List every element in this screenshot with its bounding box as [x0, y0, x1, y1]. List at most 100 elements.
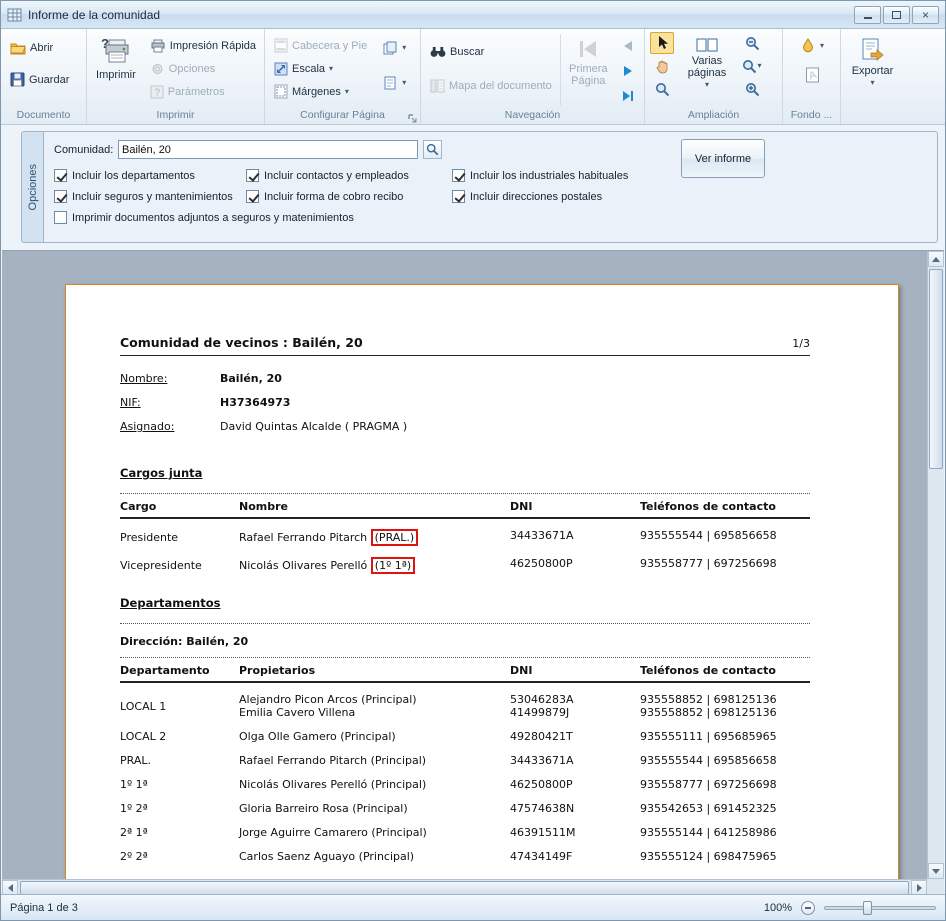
dialog-launcher-icon[interactable] [408, 114, 417, 123]
checkbox-icon[interactable] [54, 169, 67, 182]
field-label: Asignado: [120, 420, 220, 444]
dni-cell: 46391511M [510, 826, 640, 839]
scroll-down-button[interactable] [928, 863, 944, 879]
abrir-button[interactable]: Abrir [6, 37, 82, 58]
paper-size-dropdown-button[interactable]: ▾ [379, 72, 410, 93]
buscar-button[interactable]: Buscar [426, 41, 556, 62]
open-folder-icon [10, 41, 26, 55]
maximize-button[interactable] [883, 6, 910, 24]
ultima-pagina-button[interactable] [616, 85, 640, 107]
chevron-down-icon: ▾ [757, 62, 761, 70]
option-checkbox-item[interactable]: Incluir los departamentos [54, 169, 246, 182]
departamento-cell: 2ª 1ª [120, 826, 239, 839]
group-imprimir: ? Imprimir Impresión Rápida Opciones ? [87, 29, 265, 124]
group-configurar-pagina: Cabecera y Pie Escala ▾ Márgenes ▾ [265, 29, 421, 124]
section-departamentos-title: Departamentos [120, 596, 810, 610]
vertical-scrollbar[interactable] [927, 251, 944, 879]
primera-pagina-button[interactable]: Primera Página [565, 32, 612, 108]
cabecera-pie-button[interactable]: Cabecera y Pie [270, 35, 371, 56]
cursor-arrow-icon [656, 35, 669, 51]
exportar-button[interactable]: Exportar ▾ [846, 32, 899, 108]
titlebar: Informe de la comunidad × [1, 1, 945, 29]
field-value: David Quintas Alcalde ( PRAGMA ) [220, 420, 407, 444]
hand-icon [655, 59, 670, 74]
comunidad-label: Comunidad: [54, 144, 112, 156]
option-checkbox-item[interactable]: Incluir forma de cobro recibo [246, 190, 452, 203]
ver-informe-button[interactable]: Ver informe [681, 139, 765, 178]
page-color-icon [800, 38, 816, 54]
zoom-out-button[interactable] [740, 32, 764, 54]
first-page-icon [576, 37, 600, 61]
comunidad-input[interactable] [118, 140, 418, 159]
telefonos-cell: 935555111 | 695685965 [640, 730, 810, 743]
hand-tool-button[interactable] [650, 55, 674, 77]
pointer-tool-button[interactable] [650, 32, 674, 54]
imprimir-button[interactable]: ? Imprimir [92, 32, 140, 108]
preview-canvas[interactable]: Comunidad de vecinos : Bailén, 20 1/3 No… [2, 251, 927, 879]
checkbox-label: Incluir los departamentos [72, 170, 195, 182]
cargos-table-row: VicepresidenteNicolás Olivares Perelló (… [120, 557, 810, 574]
varias-paginas-button[interactable]: Varias páginas ▾ [678, 32, 736, 108]
departamento-cell: 1º 1ª [120, 778, 239, 791]
orientation-dropdown-button[interactable]: ▾ [379, 37, 410, 58]
group-navegacion: Buscar Mapa del documento Primera Página [421, 29, 645, 124]
parameters-icon: ? [150, 85, 164, 99]
propietarios-cell: Olga Olle Gamero (Principal) [239, 730, 510, 743]
checkbox-icon[interactable] [246, 190, 259, 203]
multiple-pages-icon [696, 37, 718, 53]
marca-agua-button[interactable]: A [801, 64, 824, 85]
checkbox-icon[interactable] [452, 169, 465, 182]
margenes-button[interactable]: Márgenes ▾ [270, 81, 371, 102]
checkbox-icon[interactable] [452, 190, 465, 203]
chevron-down-icon: ▾ [870, 79, 874, 87]
impresion-rapida-button[interactable]: Impresión Rápida [146, 35, 260, 56]
dni-cell: 46250800P [510, 557, 640, 574]
margins-icon [274, 84, 288, 99]
option-checkbox-item[interactable]: Imprimir documentos adjuntos a seguros y… [54, 211, 702, 224]
option-checkbox-item[interactable]: Incluir contactos y empleados [246, 169, 452, 182]
opciones-tab[interactable]: Opciones [21, 131, 43, 243]
telefonos-cell: 935555544 | 695856658 [640, 529, 810, 546]
opciones-button[interactable]: Opciones [146, 58, 260, 79]
option-checkbox-item[interactable]: Incluir los industriales habituales [452, 169, 702, 182]
chevron-down-icon: ▾ [820, 42, 824, 50]
horizontal-scroll-thumb[interactable] [20, 881, 909, 895]
checkbox-label: Incluir seguros y mantenimientos [72, 191, 233, 203]
close-button[interactable]: × [912, 6, 939, 24]
parametros-button[interactable]: ? Parámetros [146, 81, 260, 102]
option-checkbox-item[interactable]: Incluir direcciones postales [452, 190, 702, 203]
checkbox-icon[interactable] [54, 211, 67, 224]
comunidad-search-button[interactable] [423, 140, 442, 159]
zoom-out-icon [745, 36, 760, 51]
scale-icon [274, 62, 288, 76]
chevron-down-icon: ▾ [345, 88, 349, 96]
report-field: Nombre:Bailén, 20 [120, 372, 810, 396]
option-checkbox-item[interactable]: Incluir seguros y mantenimientos [54, 190, 246, 203]
mapa-documento-button[interactable]: Mapa del documento [426, 75, 556, 96]
zoom-slider[interactable] [824, 906, 936, 910]
direccion-label: Dirección: Bailén, 20 [120, 635, 810, 648]
checkbox-icon[interactable] [54, 190, 67, 203]
pagina-siguiente-button[interactable] [616, 60, 640, 82]
telefonos-cell: 935555144 | 641258986 [640, 826, 810, 839]
departamentos-table-row: 2º 2ªCarlos Saenz Aguayo (Principal)4743… [120, 850, 810, 863]
color-fondo-button[interactable]: ▾ [796, 35, 828, 56]
propietarios-cell: Carlos Saenz Aguayo (Principal) [239, 850, 510, 863]
scroll-up-button[interactable] [928, 251, 944, 267]
checkbox-label: Imprimir documentos adjuntos a seguros y… [72, 212, 354, 224]
magnifier-tool-button[interactable] [650, 78, 674, 100]
zoom-out-button[interactable] [801, 901, 815, 915]
zoom-slider-thumb[interactable] [863, 901, 872, 915]
zoom-in-button[interactable] [740, 78, 764, 100]
vertical-scroll-thumb[interactable] [929, 269, 943, 469]
propietarios-cell: Nicolás Olivares Perelló (Principal) [239, 778, 510, 791]
checkbox-icon[interactable] [246, 169, 259, 182]
group-exportar: Exportar ▾ [841, 29, 903, 124]
guardar-button[interactable]: Guardar [6, 69, 82, 90]
telefonos-cell: 935558852 | 698125136935558852 | 6981251… [640, 693, 810, 719]
pagina-anterior-button[interactable] [616, 35, 640, 57]
zoom-level-button[interactable]: ▾ [740, 55, 764, 77]
telefonos-cell: 935555124 | 698475965 [640, 850, 810, 863]
escala-button[interactable]: Escala ▾ [270, 58, 371, 79]
minimize-button[interactable] [854, 6, 881, 24]
